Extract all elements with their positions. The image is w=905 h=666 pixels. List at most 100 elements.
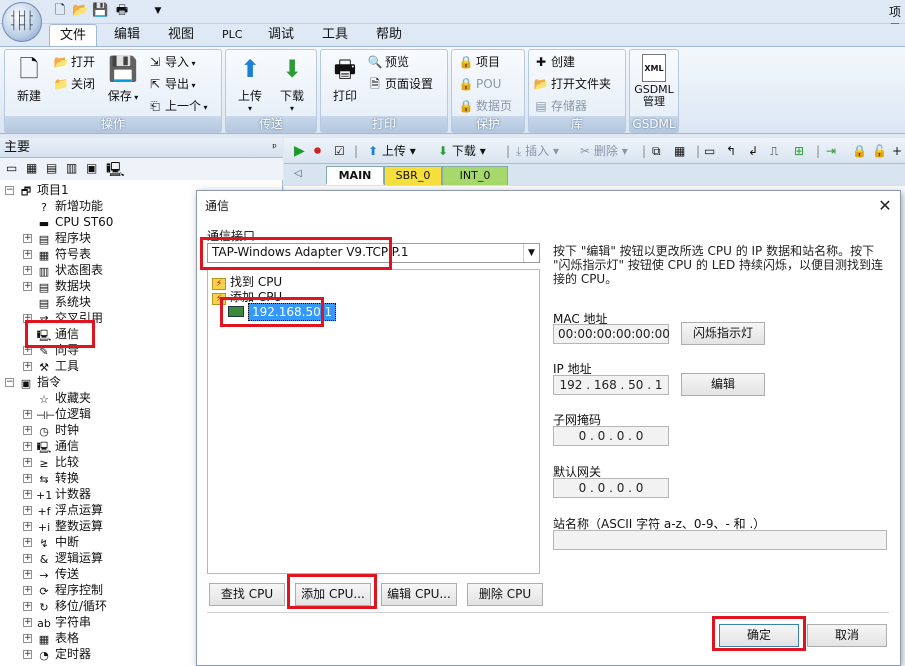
add-cpu-button[interactable]: 添加 CPU... <box>295 583 371 606</box>
tree-item[interactable]: ↯ 中断 <box>36 534 79 550</box>
tree-expander-icon[interactable]: + <box>23 474 32 483</box>
tree-item[interactable]: 🗗 项目1 <box>18 182 69 198</box>
tree-expander-icon[interactable]: − <box>5 378 14 387</box>
previous-button[interactable]: ⎗ 上一个 ▾ <box>147 96 207 116</box>
stop-icon[interactable]: ⏺ <box>314 142 321 160</box>
branch-icon[interactable]: ↰ <box>726 142 736 160</box>
application-menu-button[interactable]: ┤├┤├ ┤├┤├ <box>2 2 42 42</box>
tree-expander-icon[interactable]: + <box>23 506 32 515</box>
close-button[interactable]: 📁 关闭 <box>53 74 96 94</box>
view-icon-3[interactable]: ▤ <box>46 161 57 175</box>
tree-item[interactable]: & 逻辑运算 <box>36 550 103 566</box>
menu-tab-plc[interactable]: PLC <box>212 24 252 46</box>
delete-cpu-button[interactable]: 删除 CPU <box>467 583 543 606</box>
tree-expander-icon[interactable]: + <box>23 650 32 659</box>
editor-download-button[interactable]: ⬇ 下载 ▾ <box>438 142 486 160</box>
run-icon[interactable]: ▶ <box>294 142 305 160</box>
menu-tab-view[interactable]: 视图 <box>158 24 204 46</box>
exit-icon[interactable]: ⇥ <box>826 142 836 160</box>
tab-int0[interactable]: INT_0 <box>442 166 508 185</box>
tree-item[interactable]: ▣ 指令 <box>18 374 61 390</box>
found-cpu-node[interactable]: ⚡ 找到 CPU <box>212 274 282 290</box>
dialog-close-icon[interactable]: ✕ <box>873 194 897 218</box>
protect-pou-button[interactable]: 🔒 POU <box>458 74 502 94</box>
tree-item[interactable]: ▤ 数据块 <box>36 278 91 294</box>
network-icon[interactable]: ⧉ <box>652 142 661 160</box>
page-setup-button[interactable]: 🗎 页面设置 <box>367 74 433 94</box>
tree-expander-icon[interactable]: + <box>23 426 32 435</box>
preview-button[interactable]: 🔍 预览 <box>367 52 410 72</box>
find-cpu-button[interactable]: 查找 CPU <box>209 583 285 606</box>
tree-expander-icon[interactable]: + <box>23 554 32 563</box>
menu-tab-edit[interactable]: 编辑 <box>104 24 150 46</box>
tree-expander-icon[interactable]: + <box>23 522 32 531</box>
editor-upload-button[interactable]: ⬆ 上传 ▾ <box>368 142 416 160</box>
tabs-scroll-left-icon[interactable]: ◁ <box>294 168 302 179</box>
tree-item[interactable]: ▦ 表格 <box>36 630 79 646</box>
tree-expander-icon[interactable]: + <box>23 314 32 323</box>
tab-main[interactable]: MAIN <box>326 166 384 185</box>
tree-item[interactable]: ⇆ 转换 <box>36 470 79 486</box>
open-folder-button[interactable]: 📂 打开文件夹 <box>533 74 612 94</box>
menu-tab-debug[interactable]: 调试 <box>258 24 304 46</box>
tree-item[interactable]: ab 字符串 <box>36 614 91 630</box>
insert-button[interactable]: ⤓ 插入 ▾ <box>516 142 559 160</box>
tree-item[interactable]: ◔ 定时器 <box>36 646 91 662</box>
tree-expander-icon[interactable]: + <box>23 538 32 547</box>
tree-item[interactable]: ↻ 移位/循环 <box>36 598 107 614</box>
tree-expander-icon[interactable]: + <box>23 234 32 243</box>
contact-icon[interactable]: ▭ <box>704 142 715 160</box>
protect-project-button[interactable]: 🔒 项目 <box>458 52 501 72</box>
menu-tab-help[interactable]: 帮助 <box>366 24 412 46</box>
grid-icon[interactable]: ▦ <box>674 142 685 160</box>
tree-item[interactable]: ⚒ 工具 <box>36 358 79 374</box>
tree-expander-icon[interactable]: − <box>5 186 14 195</box>
tree-expander-icon[interactable]: + <box>23 570 32 579</box>
interface-select[interactable]: TAP-Windows Adapter V9.TCPIP.1 ▼ <box>207 243 540 263</box>
memory-button[interactable]: ▤ 存储器 <box>533 96 587 116</box>
ok-button[interactable]: 确定 <box>719 624 799 647</box>
import-button[interactable]: ⇲ 导入 ▾ <box>147 52 196 72</box>
tree-item[interactable]: ⇄ 交叉引用 <box>36 310 103 326</box>
compile-icon[interactable]: ☑ <box>334 142 345 160</box>
export-button[interactable]: ⇱ 导出 ▾ <box>147 74 196 94</box>
flash-led-button[interactable]: 闪烁指示灯 <box>681 322 765 345</box>
upload-button[interactable]: ⬆ 上传 ▾ <box>232 54 268 113</box>
tree-item[interactable]: ▬ CPU ST60 <box>36 214 114 230</box>
view-icon-4[interactable]: ▥ <box>66 161 77 175</box>
tree-expander-icon[interactable]: + <box>23 442 32 451</box>
tree-expander-icon[interactable]: + <box>23 362 32 371</box>
gsdml-manage-button[interactable]: XML GSDML 管理 <box>634 54 674 108</box>
view-icon-1[interactable]: ▭ <box>6 161 17 175</box>
tree-expander-icon[interactable]: + <box>23 586 32 595</box>
tree-expander-icon[interactable]: + <box>23 490 32 499</box>
edit-cpu-button[interactable]: 编辑 CPU... <box>381 583 457 606</box>
tree-item[interactable]: +f 浮点运算 <box>36 502 103 518</box>
tree-expander-icon[interactable]: + <box>23 618 32 627</box>
open-button[interactable]: 📂 打开 <box>53 52 96 72</box>
tree-expander-icon[interactable]: + <box>23 250 32 259</box>
box-icon[interactable]: ⎍ <box>770 142 778 160</box>
qat-dropdown-icon[interactable]: ▼ <box>150 3 166 19</box>
save-button[interactable]: 💾 保存 ▾ <box>107 54 139 104</box>
tree-expander-icon[interactable]: + <box>23 346 32 355</box>
tree-item[interactable]: +1 计数器 <box>36 486 91 502</box>
tree-item[interactable]: ▤ 系统块 <box>36 294 91 310</box>
tree-expander-icon[interactable]: + <box>23 602 32 611</box>
print-button[interactable]: 🖶 打印 <box>327 54 363 104</box>
tree-item[interactable]: 🖳 通信 <box>36 438 79 454</box>
tree-item[interactable]: ▦ 符号表 <box>36 246 91 262</box>
lock-icon[interactable]: 🔒 <box>852 142 867 160</box>
unlock-icon[interactable]: 🔓 <box>872 142 887 160</box>
delete-button[interactable]: ✂ 删除 ▾ <box>580 142 628 160</box>
tree-item[interactable]: ? 新增功能 <box>36 198 103 214</box>
tree-item[interactable]: ▤ 程序块 <box>36 230 91 246</box>
goto-icon[interactable]: ⊞ <box>794 142 804 160</box>
tree-item[interactable]: ◷ 时钟 <box>36 422 79 438</box>
open-folder-icon[interactable]: 📂 <box>72 3 88 19</box>
view-icon-5[interactable]: ▣ <box>86 161 97 175</box>
tree-item[interactable]: +i 整数运算 <box>36 518 103 534</box>
pin-icon[interactable]: ᵖ <box>272 138 277 157</box>
tree-expander-icon[interactable]: + <box>23 458 32 467</box>
tree-expander-icon[interactable]: + <box>23 634 32 643</box>
